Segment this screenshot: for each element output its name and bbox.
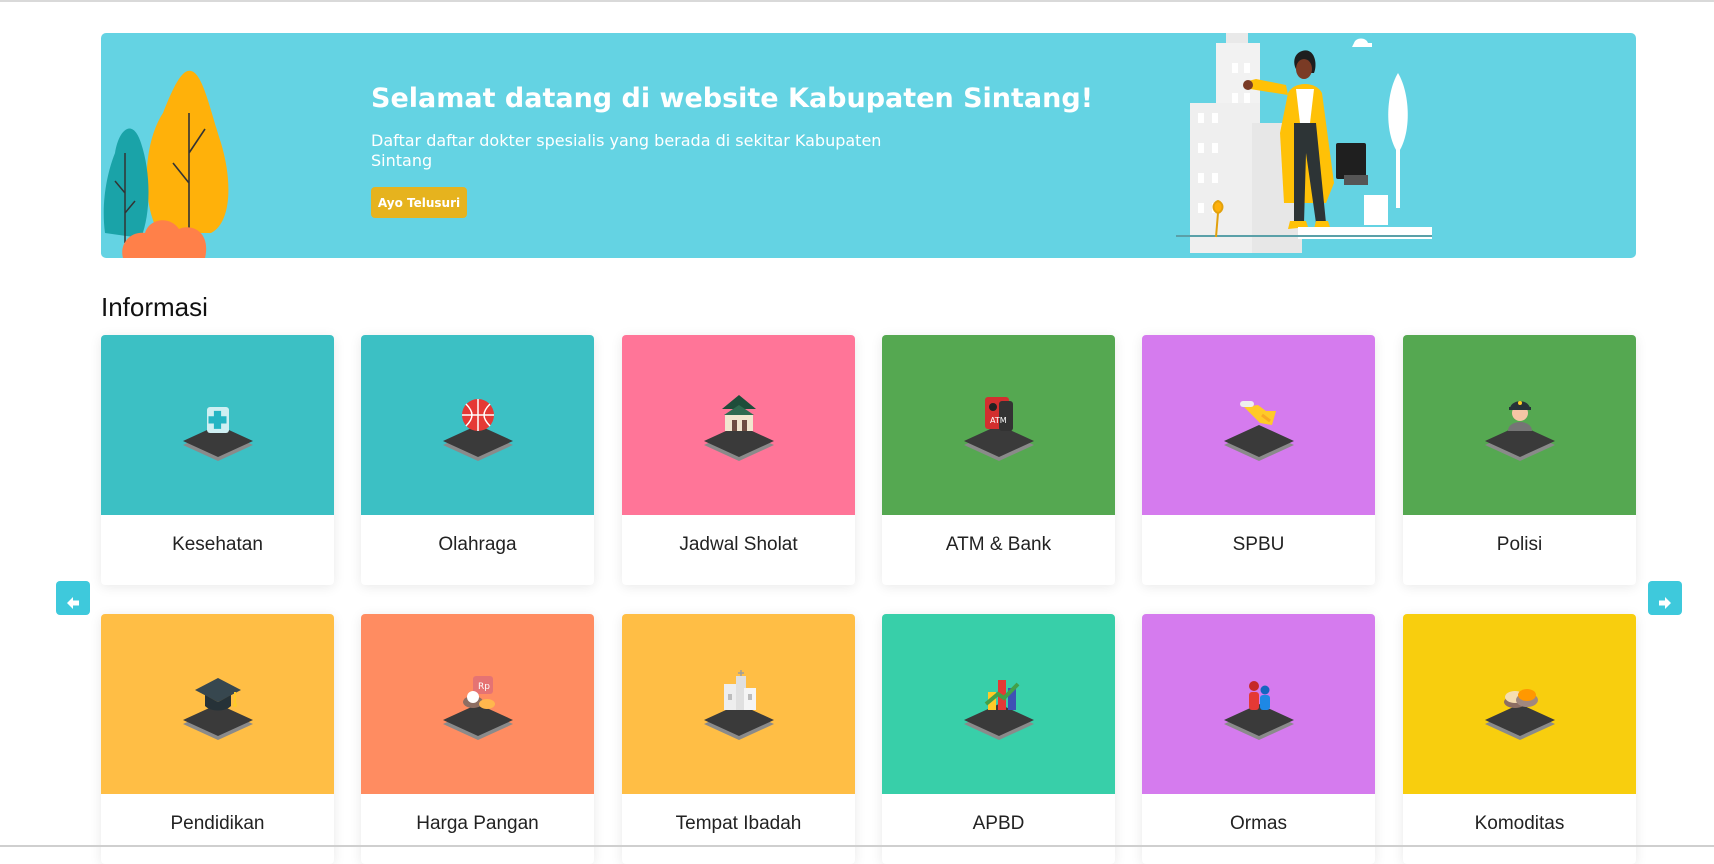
card-image-area — [622, 335, 855, 515]
info-card-olahraga[interactable]: Olahraga — [361, 335, 594, 585]
card-image-area — [1142, 335, 1375, 515]
mosque-icon — [704, 395, 774, 461]
card-label: SPBU — [1232, 534, 1285, 555]
worship-place-icon — [704, 670, 774, 740]
info-card-spbu[interactable]: SPBU — [1142, 335, 1375, 585]
arrow-left-icon — [67, 596, 79, 609]
people-icon — [1224, 681, 1294, 740]
section-title: Informasi — [101, 292, 208, 322]
info-card-tempat-ibadah[interactable]: Tempat Ibadah — [622, 614, 855, 864]
card-label: Komoditas — [1474, 813, 1565, 834]
info-card-polisi[interactable]: Polisi — [1403, 335, 1636, 585]
explore-button[interactable]: Ayo Telusuri — [371, 187, 467, 218]
info-card-atm-bank[interactable]: ATM ATM & Bank — [882, 335, 1115, 585]
arrow-right-icon — [1659, 596, 1671, 609]
info-card-pendidikan[interactable]: Pendidikan — [101, 614, 334, 864]
card-label: Jadwal Sholat — [679, 534, 798, 555]
card-image-area — [361, 335, 594, 515]
info-card-kesehatan[interactable]: Kesehatan — [101, 335, 334, 585]
card-image-area — [1403, 335, 1636, 515]
card-image-area — [1403, 614, 1636, 794]
card-image-area — [101, 614, 334, 794]
card-image-area — [101, 335, 334, 515]
card-label: Harga Pangan — [416, 813, 539, 834]
top-border — [0, 0, 1714, 2]
card-label: APBD — [972, 813, 1025, 834]
carousel-next-button[interactable] — [1648, 581, 1682, 615]
card-image-area: Rp — [361, 614, 594, 794]
card-label: Polisi — [1496, 534, 1543, 555]
banner-title: Selamat datang di website Kabupaten Sint… — [371, 83, 1094, 114]
atm-icon: ATM — [964, 397, 1034, 461]
welcome-banner: Selamat datang di website Kabupaten Sint… — [101, 33, 1636, 258]
card-image-area — [1142, 614, 1375, 794]
info-card-harga-pangan[interactable]: Rp Harga Pangan — [361, 614, 594, 864]
woman-city-illustration-icon — [1176, 33, 1432, 253]
police-icon — [1485, 401, 1555, 461]
info-card-jadwal-sholat[interactable]: Jadwal Sholat — [622, 335, 855, 585]
basketball-icon — [443, 399, 513, 461]
info-card-komoditas[interactable]: Komoditas — [1403, 614, 1636, 864]
card-label: Tempat Ibadah — [675, 813, 802, 834]
card-label: Ormas — [1230, 813, 1287, 834]
svg-text:ATM: ATM — [990, 416, 1007, 425]
card-label: ATM & Bank — [945, 534, 1052, 555]
commodity-icon — [1485, 689, 1555, 740]
card-image-area: ATM — [882, 335, 1115, 515]
info-card-ormas[interactable]: Ormas — [1142, 614, 1375, 864]
card-image-area — [882, 614, 1115, 794]
carousel-prev-button[interactable] — [56, 581, 90, 615]
graduation-cap-icon — [183, 678, 253, 740]
health-icon — [183, 407, 253, 461]
fuel-nozzle-icon — [1224, 401, 1294, 461]
food-price-icon: Rp — [443, 676, 513, 740]
card-image-area — [622, 614, 855, 794]
bar-chart-icon — [964, 680, 1034, 740]
banner-subtitle: Daftar daftar dokter spesialis yang bera… — [371, 131, 882, 170]
card-label: Kesehatan — [172, 534, 263, 555]
card-label: Olahraga — [438, 534, 517, 555]
info-card-apbd[interactable]: APBD — [882, 614, 1115, 864]
svg-text:Rp: Rp — [478, 682, 490, 692]
trees-illustration-icon — [103, 70, 229, 258]
card-label: Pendidikan — [170, 813, 265, 834]
